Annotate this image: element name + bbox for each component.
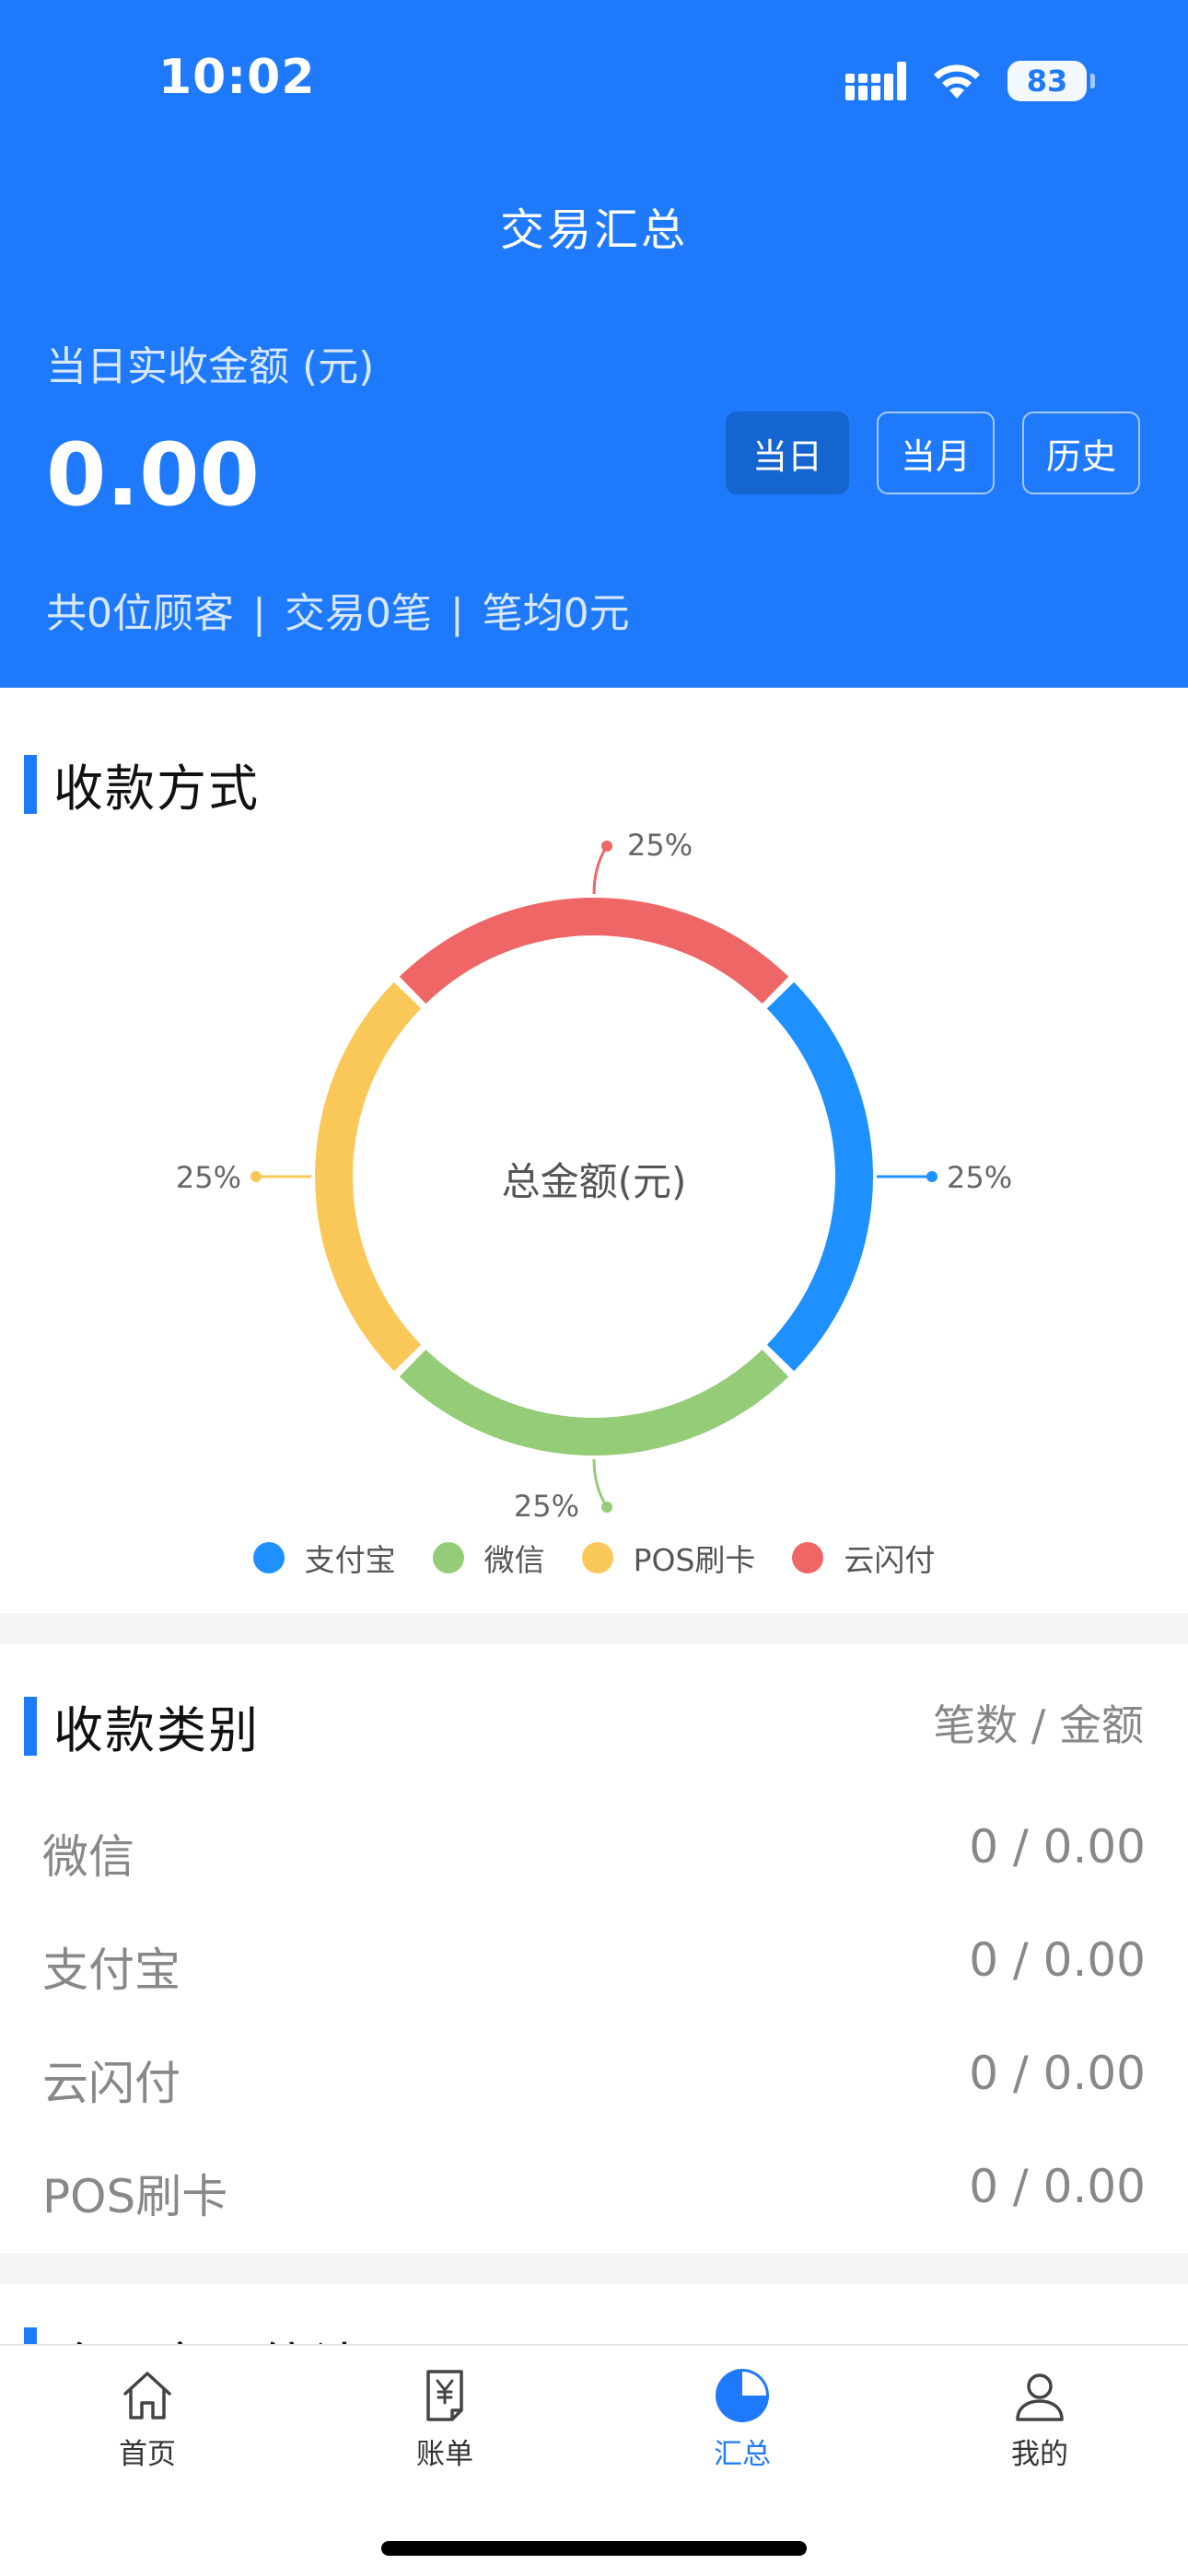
tab-label: 账单: [416, 2438, 473, 2471]
battery-icon: 83: [1007, 61, 1095, 101]
section-divider: [0, 1613, 1188, 1644]
list-item: 支付宝 0 / 0.00: [42, 1933, 1146, 2000]
payment-categories-heading: 收款类别: [24, 1689, 260, 1762]
tab-label: 首页: [119, 2438, 176, 2471]
section-accent-bar: [24, 1696, 37, 1756]
slice-percent-label: 25%: [627, 828, 693, 863]
customer-count: 共0位顾客: [46, 590, 234, 637]
leader-dot: [926, 1171, 938, 1182]
amount-label: 当日实收金额 (元): [46, 343, 375, 390]
home-indicator: [381, 2541, 807, 2556]
page-title: 交易汇总: [499, 204, 688, 256]
slice-percent-label: 25%: [176, 1160, 241, 1195]
leader-dot: [601, 1502, 612, 1513]
tab-summary[interactable]: 汇总: [650, 2366, 834, 2472]
tab-home[interactable]: 首页: [55, 2366, 239, 2472]
list-item: 微信 0 / 0.00: [42, 1820, 1146, 1886]
tab-bill[interactable]: 账单: [353, 2366, 537, 2472]
tab-today[interactable]: 当日: [726, 412, 849, 494]
unit-label: 笔数 / 金额: [933, 1700, 1144, 1750]
donut-slice-微信[interactable]: [399, 1349, 789, 1456]
section-divider: [0, 2253, 1188, 2284]
leader-line: [592, 1458, 609, 1508]
status-time: 10:02: [158, 50, 316, 105]
summary-header: 10:02 83 交易汇总 当日实收金额 (元) 0.00 当日 当月 历史 共…: [0, 0, 1188, 688]
separator: |: [449, 590, 464, 637]
category-name: 支付宝: [42, 1944, 181, 1997]
tab-month[interactable]: 当月: [877, 412, 995, 494]
member-stats-heading: 会员交易统计(元): [24, 2327, 577, 2346]
tab-profile[interactable]: 我的: [948, 2366, 1132, 2472]
status-icons: 83: [845, 57, 1095, 105]
legend-marker: [432, 1542, 464, 1573]
legend-marker: [792, 1542, 824, 1573]
amount-value: 0.00: [46, 425, 260, 526]
donut-slice-POS刷卡[interactable]: [315, 981, 422, 1372]
section-accent-bar: [24, 2327, 37, 2346]
list-item: 云闪付 0 / 0.00: [42, 2047, 1146, 2113]
legend-label: POS刷卡: [633, 1542, 756, 1578]
range-tabs: 当日 当月 历史: [726, 412, 1140, 494]
section-title: 收款类别: [53, 1701, 260, 1759]
pie-chart-icon: [716, 2369, 769, 2422]
transaction-count: 交易0笔: [284, 590, 432, 637]
legend-item[interactable]: POS刷卡: [581, 1536, 756, 1580]
chart-legend: 支付宝 微信 POS刷卡 云闪付: [0, 1536, 1188, 1580]
summary-stats: 共0位顾客 | 交易0笔 | 笔均0元: [46, 580, 630, 639]
donut-slice-支付宝[interactable]: [766, 981, 873, 1372]
donut-center-label: 总金额(元): [502, 1159, 687, 1204]
slice-percent-label: 25%: [514, 1489, 579, 1524]
list-item: POS刷卡 0 / 0.00: [42, 2160, 1146, 2226]
category-name: 微信: [42, 1830, 134, 1884]
tab-label: 汇总: [714, 2438, 771, 2471]
average-amount: 笔均0元: [482, 590, 630, 637]
category-value: 0 / 0.00: [969, 2160, 1146, 2213]
home-icon: [123, 2372, 171, 2419]
legend-item[interactable]: 云闪付: [792, 1536, 935, 1580]
tab-label: 我的: [1011, 2438, 1068, 2471]
category-value: 0 / 0.00: [969, 1820, 1146, 1874]
legend-marker: [581, 1542, 613, 1573]
separator: |: [252, 590, 266, 637]
leader-dot: [250, 1171, 262, 1182]
section-title: 会员交易统计(元): [53, 2327, 457, 2346]
category-value: 0 / 0.00: [969, 2047, 1146, 2100]
leader-line: [592, 845, 609, 895]
donut-slice-云闪付[interactable]: [399, 898, 789, 1004]
category-name: 云闪付: [42, 2057, 181, 2110]
legend-label: 云闪付: [844, 1542, 936, 1578]
category-value: 0 / 0.00: [969, 1933, 1146, 1987]
battery-level: 83: [1026, 64, 1068, 99]
leader-dot: [601, 841, 612, 852]
wifi-icon: [934, 64, 980, 99]
legend-item[interactable]: 支付宝: [252, 1536, 396, 1580]
slice-percent-label: 25%: [947, 1160, 1012, 1195]
payment-methods-donut-chart: 25% 25% 25% 25% 总金额(元): [176, 828, 1012, 1524]
tab-history[interactable]: 历史: [1022, 412, 1140, 494]
legend-label: 微信: [483, 1542, 545, 1578]
cellular-signal-icon: [845, 62, 906, 100]
legend-item[interactable]: 微信: [432, 1536, 545, 1580]
legend-label: 支付宝: [304, 1542, 396, 1578]
section-accent-bar: [24, 754, 37, 814]
category-name: POS刷卡: [42, 2170, 228, 2223]
user-icon: [1016, 2373, 1064, 2421]
bill-icon: [426, 2370, 463, 2421]
legend-marker: [252, 1542, 285, 1573]
